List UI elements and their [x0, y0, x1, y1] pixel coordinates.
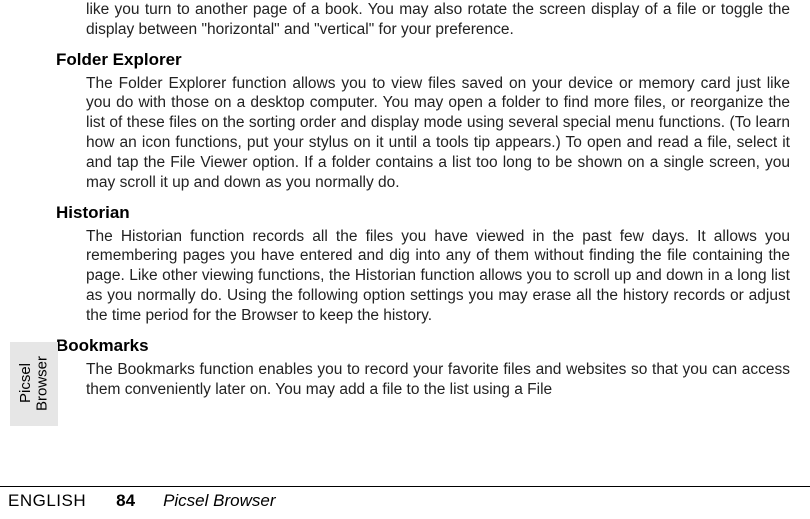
- heading-bookmarks: Bookmarks: [56, 336, 790, 356]
- intro-fragment-text: like you turn to another page of a book.…: [86, 0, 790, 40]
- content-column: like you turn to another page of a book.…: [86, 0, 800, 409]
- side-tab: Picsel Browser: [10, 342, 58, 426]
- heading-folder-explorer: Folder Explorer: [56, 50, 790, 70]
- footer-divider: [0, 486, 810, 487]
- side-tab-label: Picsel Browser: [18, 356, 51, 411]
- page-root: like you turn to another page of a book.…: [0, 0, 810, 519]
- body-bookmarks: The Bookmarks function enables you to re…: [86, 360, 790, 400]
- footer: ENGLISH 84 Picsel Browser: [0, 491, 810, 511]
- body-folder-explorer: The Folder Explorer function allows you …: [86, 74, 790, 193]
- footer-title: Picsel Browser: [163, 491, 275, 511]
- body-historian: The Historian function records all the f…: [86, 227, 790, 326]
- footer-page-number: 84: [116, 491, 135, 511]
- footer-language: ENGLISH: [8, 491, 86, 511]
- heading-historian: Historian: [56, 203, 790, 223]
